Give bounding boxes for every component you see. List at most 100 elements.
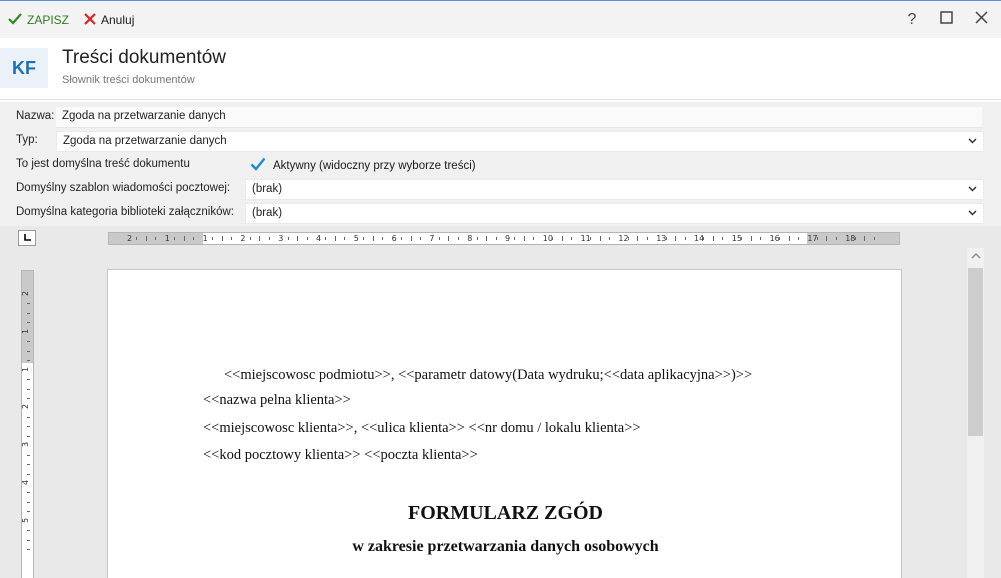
document-line: <<kod pocztowy klienta>> <<poczta klient… (203, 447, 478, 463)
ruler-tick (27, 341, 30, 343)
ruler-tick (27, 492, 30, 494)
mail-template-label: Domyślny szablon wiadomości pocztowej: (16, 182, 231, 194)
ruler-tick (816, 237, 818, 240)
ruler-tick (27, 454, 30, 456)
tab-stop-selector[interactable] (18, 230, 36, 246)
ruler-tick (27, 549, 30, 551)
document-page[interactable]: <<miejscowosc podmiotu>>, <<parametr dat… (107, 269, 902, 578)
horizontal-ruler[interactable]: 2 1 1 2 3 4 5 6 7 8 9 10 11 12 13 14 15 16 17 18 (108, 232, 900, 245)
ruler-tick (325, 237, 327, 240)
ruler-tick (797, 237, 799, 240)
ruler-tick (334, 236, 336, 241)
ruler-number: 1 (21, 328, 31, 334)
attachment-category-label: Domyślna kategoria biblioteki załącznikó… (16, 206, 234, 218)
ruler-tick (410, 236, 412, 241)
ruler-tick (637, 236, 639, 241)
ruler-tick (552, 237, 554, 240)
ruler-tick (145, 236, 147, 241)
ruler-tick (382, 237, 384, 240)
rich-text-editor: 2 1 1 2 3 4 5 6 7 8 9 10 11 12 13 14 15 16 17 18 2112345 <<… (0, 226, 1001, 578)
help-icon: ? (907, 11, 917, 28)
ruler-tick (27, 511, 30, 513)
ruler-tick (27, 539, 30, 541)
ruler-tick (212, 237, 214, 240)
ruler-number: 2 (240, 234, 246, 243)
chevron-down-icon (968, 135, 977, 147)
ruler-top-margin (22, 271, 33, 363)
ruler-number: 1 (164, 234, 170, 243)
ruler-tick (561, 236, 563, 241)
active-checkbox[interactable]: Aktywny (widoczny przy wyborze treści) (250, 155, 476, 176)
ruler-number: 1 (21, 366, 31, 372)
ruler-number: 2 (127, 234, 133, 243)
type-row: Typ: Zgoda na przetwarzanie danych (0, 130, 1001, 152)
maximize-button[interactable] (936, 10, 956, 30)
active-checkbox-label: Aktywny (widoczny przy wyborze treści) (273, 159, 476, 172)
help-button[interactable]: ? (902, 10, 922, 30)
type-select[interactable]: Zgoda na przetwarzanie danych (56, 131, 984, 152)
attachment-category-select[interactable]: (brak) (245, 203, 984, 224)
ruler-number: 6 (391, 234, 397, 243)
ruler-tick (665, 237, 667, 240)
scrollbar-thumb[interactable] (968, 268, 983, 436)
document-line: <<nazwa pelna klienta>> (203, 392, 351, 408)
ruler-tick (779, 237, 781, 240)
cancel-button[interactable]: Anuluj (84, 11, 134, 29)
ruler-tick (627, 237, 629, 240)
ruler-tick (514, 237, 516, 240)
ruler-tick (864, 236, 866, 241)
mail-template-value: (brak) (252, 183, 283, 195)
ruler-tick (136, 237, 138, 240)
ruler-tick (27, 312, 30, 314)
chevron-down-icon (968, 183, 977, 195)
ruler-number: 8 (467, 234, 473, 243)
ruler-number: 3 (278, 234, 284, 243)
ruler-number: 1 (202, 234, 208, 243)
checkmark-icon (8, 12, 22, 28)
ruler-tick (419, 237, 421, 240)
vertical-scrollbar[interactable] (967, 248, 984, 578)
ruler-tick (268, 237, 270, 240)
ruler-tick (495, 237, 497, 240)
document-subheading: w zakresie przetwarzania danych osobowyc… (352, 538, 659, 555)
ruler-tick (27, 322, 30, 324)
page-subtitle: Słownik treści dokumentów (62, 74, 195, 86)
ruler-number: 4 (316, 234, 322, 243)
ruler-tick (788, 236, 790, 241)
type-label: Typ: (16, 134, 38, 146)
close-window-button[interactable] (971, 10, 991, 30)
scroll-up-arrow[interactable] (967, 248, 984, 264)
ruler-tick (249, 237, 251, 240)
ruler-number: 2 (21, 290, 31, 297)
ruler-tick (27, 303, 30, 305)
document-line: <<miejscowosc klienta>>, <<ulica klienta… (203, 420, 641, 436)
name-label: Nazwa: (16, 110, 55, 122)
ruler-tick (703, 237, 705, 240)
app-logo: KF (0, 48, 48, 88)
ruler-tick (183, 236, 185, 241)
ruler-tick (27, 397, 30, 399)
save-button-label: ZAPISZ (27, 13, 70, 27)
document-form: Nazwa: Zgoda na przetwarzanie danych Typ… (0, 102, 1001, 226)
ruler-number: 9 (505, 234, 511, 243)
ruler-tick (476, 237, 478, 240)
vertical-ruler[interactable]: 2 1 1 2 3 4 5 (21, 270, 34, 578)
ruler-number: 5 (353, 234, 359, 243)
ruler-tick (533, 237, 535, 240)
save-button[interactable]: ZAPISZ (8, 11, 69, 29)
ruler-tick (873, 237, 875, 240)
ruler-number: 2 (21, 404, 31, 410)
ruler-tick (438, 237, 440, 240)
name-row: Nazwa: Zgoda na przetwarzanie danych (0, 106, 1001, 128)
page-header: KF Treści dokumentów Słownik treści doku… (0, 38, 1001, 100)
document-heading: FORMULARZ ZGÓD (408, 502, 603, 524)
ruler-tick (27, 464, 30, 466)
ruler-tick (722, 237, 724, 240)
name-input[interactable]: Zgoda na przetwarzanie danych (56, 107, 982, 128)
mail-template-select[interactable]: (brak) (245, 179, 984, 200)
ruler-tick (835, 237, 837, 240)
ruler-tick (193, 237, 195, 240)
ruler-number: 4 (21, 479, 31, 486)
attachment-category-row: Domyślna kategoria biblioteki załącznikó… (0, 202, 1001, 224)
ruler-tick (174, 237, 176, 240)
